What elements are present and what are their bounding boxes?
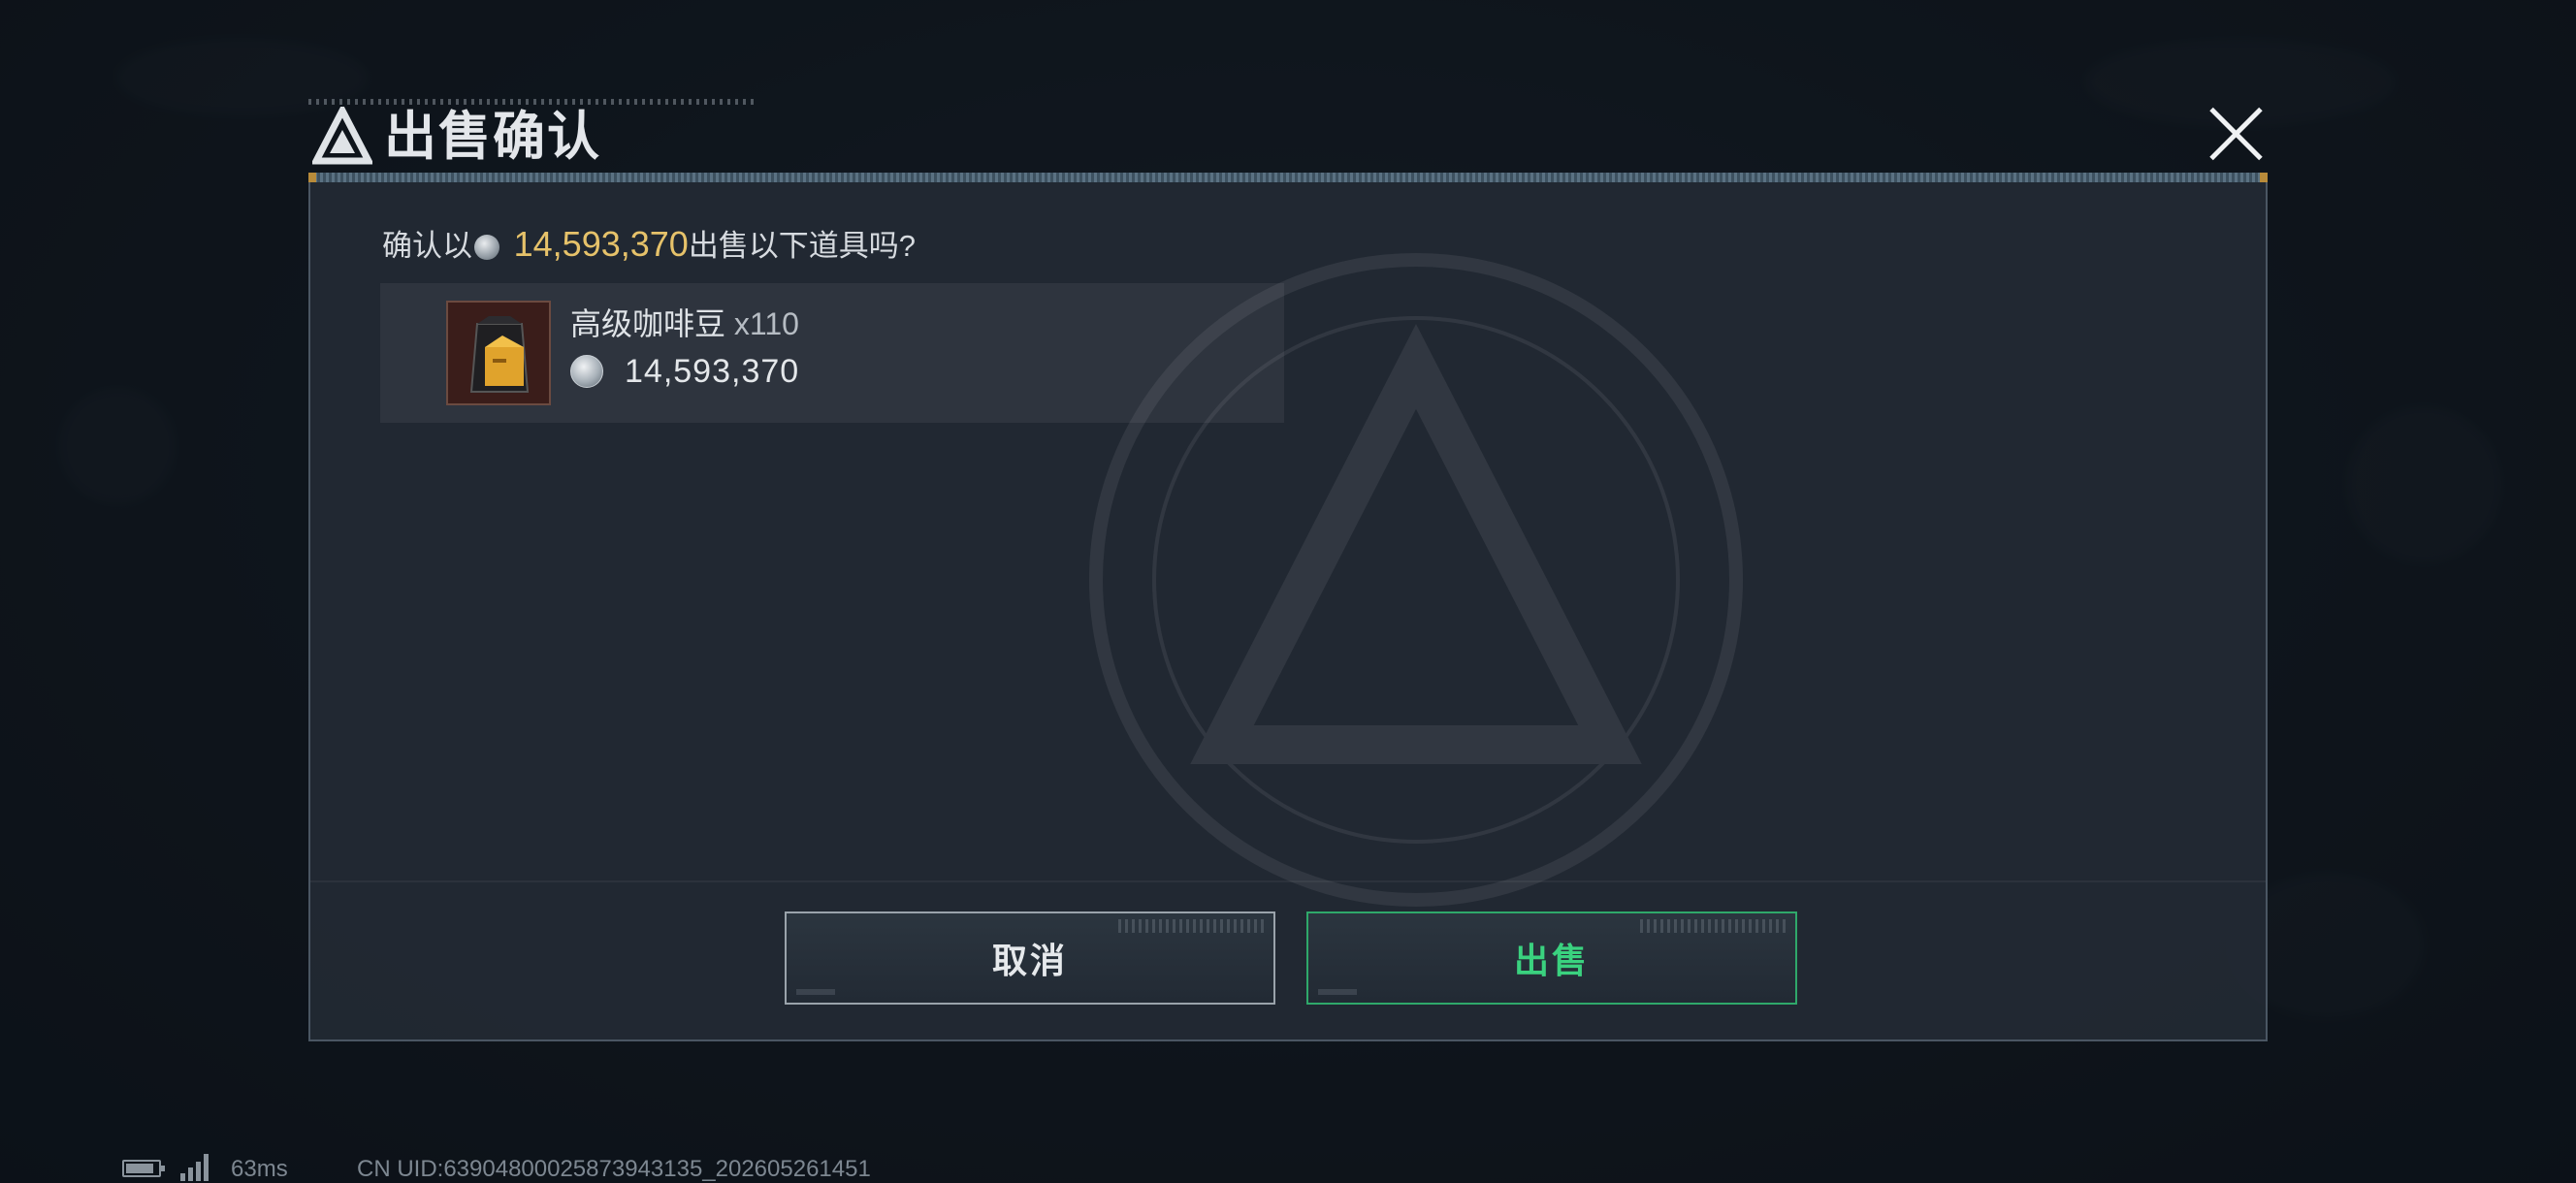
item-price-row: 14,593,370	[570, 353, 799, 392]
ping-text: 63ms	[231, 1156, 288, 1182]
item-thumbnail	[446, 301, 551, 405]
item-name: 高级咖啡豆	[570, 306, 726, 341]
button-decoration	[796, 989, 835, 995]
battery-icon	[122, 1160, 165, 1177]
coin-icon	[570, 355, 603, 388]
triangle-logo-icon	[312, 107, 372, 165]
footer-divider	[310, 880, 2266, 882]
cancel-button[interactable]: 取消	[785, 911, 1275, 1005]
coin-icon	[474, 235, 499, 260]
question-amount: 14,593,370	[513, 224, 689, 264]
item-quantity: x110	[733, 306, 799, 341]
button-decoration	[1640, 919, 1786, 933]
close-button[interactable]	[2206, 105, 2265, 163]
uid-text: CN UID:639048000258739431​35_20260526145…	[357, 1156, 871, 1182]
dialog-top-bar	[308, 173, 2268, 182]
confirm-question: 确认以 14,593,370出售以下道具吗?	[382, 225, 916, 266]
item-price: 14,593,370	[625, 353, 800, 390]
question-suffix: 出售以下道具吗?	[688, 229, 917, 263]
button-decoration	[1118, 919, 1264, 933]
signal-icon	[180, 1154, 213, 1181]
item-name-line: 高级咖啡豆 x110	[570, 304, 799, 343]
dialog-title: 出售确认	[384, 108, 601, 166]
button-decoration	[1318, 989, 1357, 995]
item-row: 高级咖啡豆 x110 14,593,370	[380, 283, 1284, 423]
sell-button[interactable]: 出售	[1306, 911, 1797, 1005]
question-prefix: 确认以	[382, 229, 472, 263]
sell-confirm-dialog: 确认以 14,593,370出售以下道具吗? 高级咖啡豆 x110 14,593…	[308, 182, 2268, 1041]
sell-button-label: 出售	[1513, 941, 1590, 980]
dialog-header: 出售确认	[308, 97, 2268, 176]
title-decoration	[308, 99, 755, 105]
cancel-button-label: 取消	[991, 941, 1068, 980]
game-screen: 出售确认 确认以 14,593,370出售以下道具吗? 高级咖啡豆 x110 1…	[0, 0, 2576, 1183]
coffee-bag-icon	[469, 316, 530, 393]
